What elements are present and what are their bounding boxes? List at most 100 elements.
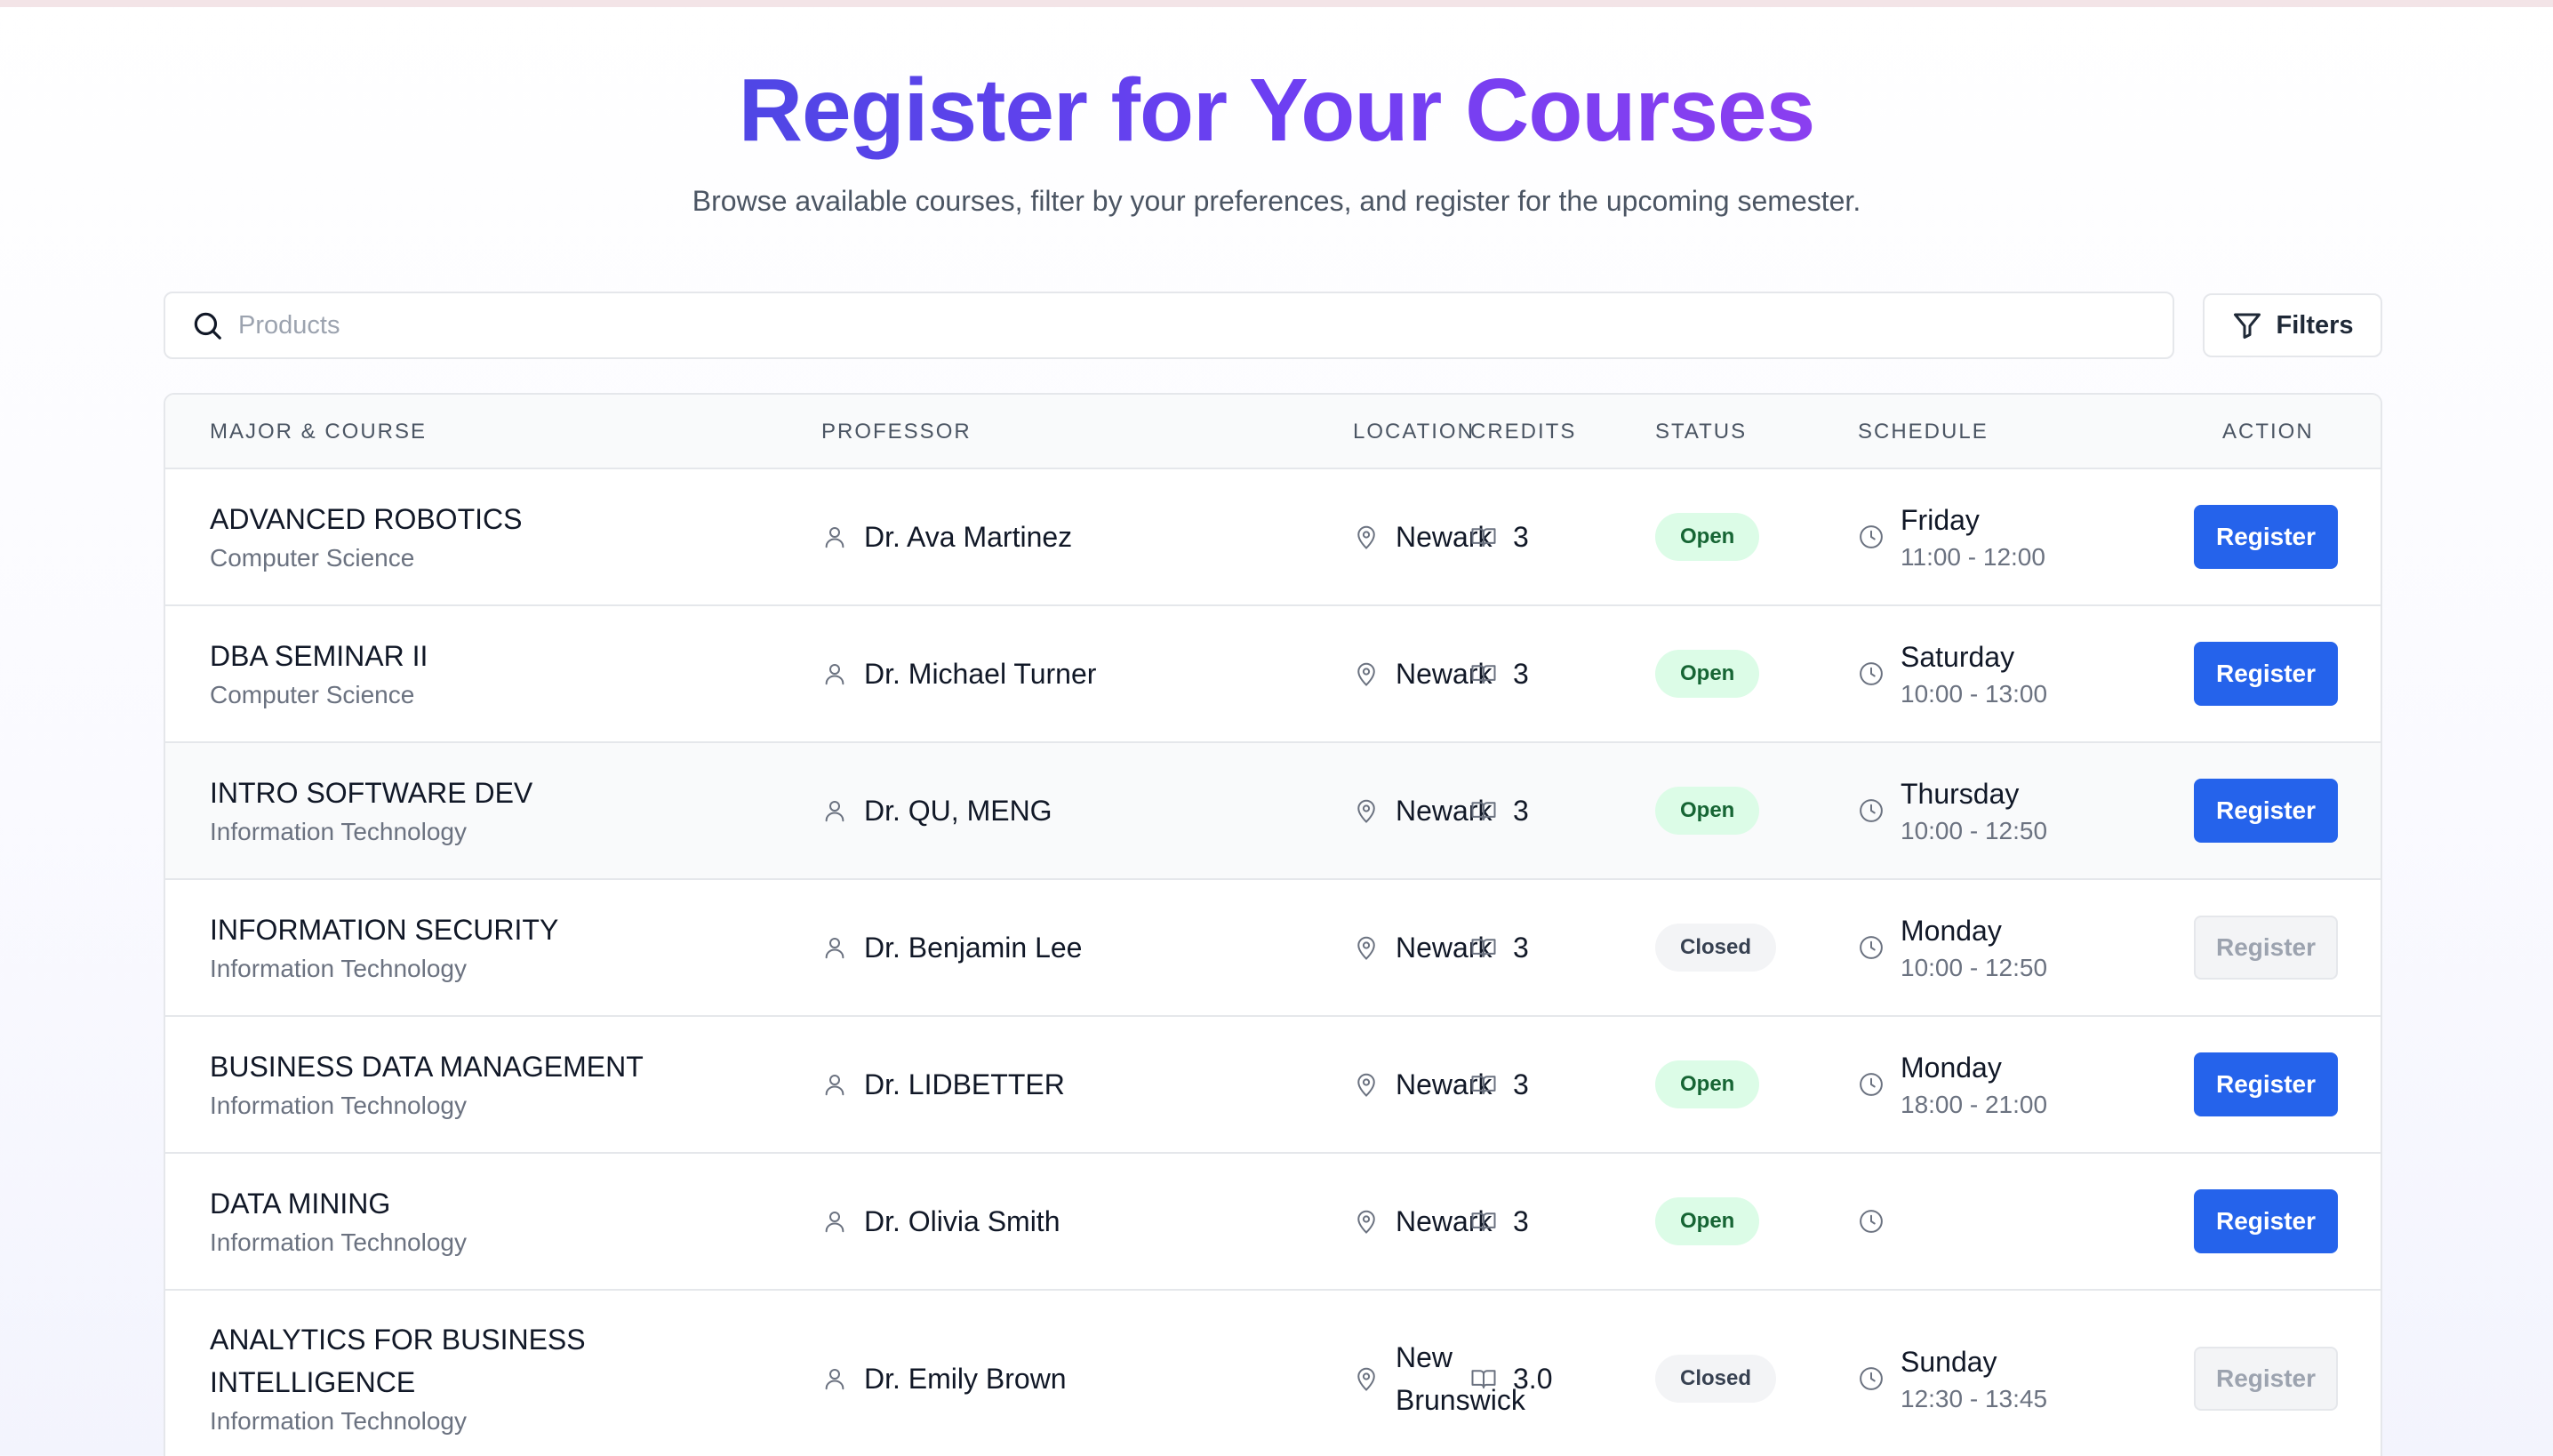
status-badge: Open [1655, 1197, 1760, 1245]
schedule-cell: Thursday 10:00 - 12:50 [1858, 743, 2047, 878]
map-pin-icon [1353, 1208, 1380, 1235]
schedule-day: Monday [1901, 915, 2002, 947]
page-subtitle: Browse available courses, filter by your… [692, 185, 1861, 217]
action-cell: Register [2194, 1154, 2338, 1289]
register-button[interactable]: Register [2194, 505, 2338, 569]
professor-name: Dr. Benjamin Lee [864, 931, 1083, 964]
course-cell: BUSINESS DATA MANAGEMENT Information Tech… [210, 1017, 708, 1152]
user-icon [821, 1365, 848, 1392]
status-badge: Open [1655, 1060, 1760, 1108]
credits-cell: 3 [1470, 880, 1529, 1015]
status-badge: Closed [1655, 1355, 1777, 1403]
schedule-time: 10:00 - 12:50 [1901, 817, 2048, 844]
book-icon [1470, 797, 1497, 824]
status-cell: Open [1655, 743, 1760, 878]
register-button[interactable]: Register [2194, 1347, 2338, 1411]
schedule-time: 18:00 - 21:00 [1901, 1091, 2048, 1118]
column-header-credits: CREDITS [1470, 420, 1577, 444]
status-badge: Open [1655, 650, 1760, 698]
map-pin-icon [1353, 660, 1380, 687]
register-button[interactable]: Register [2194, 1189, 2338, 1253]
register-button[interactable]: Register [2194, 1052, 2338, 1116]
credits-cell: 3.0 [1470, 1291, 1552, 1456]
user-icon [821, 524, 848, 550]
schedule-cell: Monday 10:00 - 12:50 [1858, 880, 2047, 1015]
clock-icon [1858, 1208, 1885, 1235]
professor-cell: Dr. QU, MENG [821, 743, 1052, 878]
user-icon [821, 934, 848, 961]
schedule-cell: Monday 18:00 - 21:00 [1858, 1017, 2047, 1152]
search-bar[interactable] [164, 292, 2174, 359]
book-icon [1470, 934, 1497, 961]
register-button[interactable]: Register [2194, 916, 2338, 980]
course-name: INFORMATION SECURITY [210, 914, 559, 946]
search-icon [190, 308, 224, 342]
professor-cell: Dr. Olivia Smith [821, 1154, 1060, 1289]
course-name: DBA SEMINAR II [210, 640, 428, 672]
clock-icon [1858, 660, 1885, 687]
schedule-cell: Saturday 10:00 - 13:00 [1858, 606, 2047, 741]
clock-icon [1858, 1365, 1885, 1392]
status-badge: Closed [1655, 924, 1777, 972]
professor-cell: Dr. Ava Martinez [821, 469, 1072, 604]
credits-value: 3 [1513, 520, 1529, 553]
schedule-cell [1858, 1154, 1901, 1289]
top-accent-bar [0, 0, 2553, 7]
table-row: INFORMATION SECURITY Information Technolo… [165, 880, 2381, 1017]
map-pin-icon [1353, 1071, 1380, 1098]
professor-name: Dr. Ava Martinez [864, 520, 1073, 553]
professor-name: Dr. Emily Brown [864, 1362, 1067, 1395]
column-header-status: STATUS [1655, 420, 1748, 444]
status-cell: Closed [1655, 880, 1777, 1015]
book-icon [1470, 1071, 1497, 1098]
action-cell: Register [2194, 1291, 2338, 1456]
table-header: MAJOR & COURSE PROFESSOR LOCATION CREDIT… [165, 395, 2381, 469]
map-pin-icon [1353, 524, 1380, 550]
filters-button[interactable]: Filters [2203, 293, 2382, 357]
schedule-cell: Friday 11:00 - 12:00 [1858, 469, 2045, 604]
map-pin-icon [1353, 934, 1380, 961]
schedule-day: Saturday [1901, 641, 2015, 673]
column-header-action: ACTION [2222, 420, 2314, 444]
register-button[interactable]: Register [2194, 779, 2338, 843]
course-major: Information Technology [210, 1092, 467, 1119]
user-icon [821, 1071, 848, 1098]
credits-cell: 3 [1470, 1017, 1529, 1152]
course-major: Information Technology [210, 1228, 467, 1256]
book-icon [1470, 660, 1497, 687]
clock-icon [1858, 524, 1885, 550]
course-cell: INTRO SOFTWARE DEV Information Technology [210, 743, 708, 878]
filter-icon [2231, 309, 2263, 341]
action-cell: Register [2194, 1017, 2338, 1152]
column-header-schedule: SCHEDULE [1858, 420, 1989, 444]
course-cell: ANALYTICS FOR BUSINESS INTELLIGENCE Infor… [210, 1291, 708, 1456]
action-cell: Register [2194, 469, 2338, 604]
professor-name: Dr. Michael Turner [864, 657, 1097, 690]
page-title: Register for Your Courses [738, 60, 1815, 160]
user-icon [821, 660, 848, 687]
status-badge: Open [1655, 513, 1760, 561]
user-icon [821, 1208, 848, 1235]
table-row: DBA SEMINAR II Computer Science Dr. Michae… [165, 606, 2381, 743]
credits-cell: 3 [1470, 606, 1529, 741]
register-button[interactable]: Register [2194, 642, 2338, 706]
course-name: DATA MINING [210, 1188, 391, 1220]
course-name: INTRO SOFTWARE DEV [210, 777, 533, 809]
search-input[interactable] [238, 310, 2105, 340]
schedule-time: 11:00 - 12:00 [1901, 543, 2045, 571]
course-name: BUSINESS DATA MANAGEMENT [210, 1051, 644, 1083]
table-row: BUSINESS DATA MANAGEMENT Information Tech… [165, 1017, 2381, 1154]
status-cell: Closed [1655, 1291, 1777, 1456]
credits-value: 3 [1513, 657, 1529, 690]
credits-value: 3.0 [1513, 1362, 1553, 1395]
course-major: Computer Science [210, 544, 415, 572]
schedule-cell: Sunday 12:30 - 13:45 [1858, 1291, 2047, 1456]
clock-icon [1858, 934, 1885, 961]
schedule-time: 10:00 - 13:00 [1901, 680, 2048, 708]
course-cell: DBA SEMINAR II Computer Science [210, 606, 708, 741]
professor-name: Dr. LIDBETTER [864, 1068, 1065, 1100]
book-icon [1470, 1365, 1497, 1392]
professor-cell: Dr. Michael Turner [821, 606, 1096, 741]
schedule-time: 12:30 - 13:45 [1901, 1385, 2048, 1412]
professor-name: Dr. Olivia Smith [864, 1204, 1060, 1237]
